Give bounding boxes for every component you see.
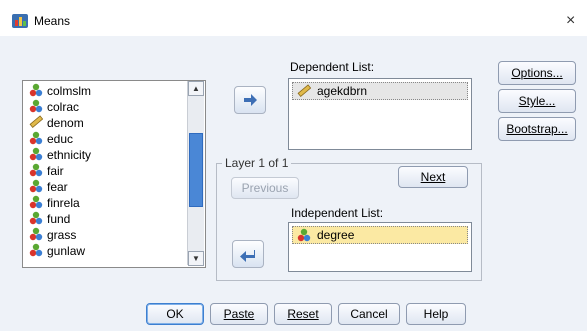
ok-button[interactable]: OK [146, 303, 204, 325]
nominal-variable-icon [29, 147, 43, 161]
spss-app-icon [12, 14, 28, 28]
scroll-down-button[interactable]: ▼ [188, 251, 204, 266]
nominal-variable-icon [29, 227, 43, 241]
nominal-variable-icon [29, 99, 43, 113]
source-list-scrollbar[interactable]: ▲ ▼ [187, 81, 204, 266]
list-item[interactable]: denom [29, 115, 84, 131]
independent-list[interactable]: degree [288, 222, 472, 272]
nominal-variable-icon [29, 131, 43, 145]
paste-button[interactable]: Paste [210, 303, 268, 325]
arrow-left-icon [240, 250, 255, 262]
nominal-variable-icon [29, 243, 43, 257]
move-to-dependent-button[interactable] [234, 86, 266, 114]
dependent-list[interactable]: agekdbrn [288, 78, 472, 150]
scroll-thumb[interactable] [189, 133, 203, 207]
nominal-variable-icon [29, 195, 43, 209]
list-item[interactable]: agekdbrn [292, 82, 468, 100]
move-to-independent-button[interactable] [232, 240, 264, 268]
source-variable-list[interactable]: colmslm colrac denom educ ethnicity fair… [22, 80, 206, 268]
list-item[interactable]: fund [29, 211, 70, 227]
list-item[interactable]: grass [29, 227, 76, 243]
list-item[interactable]: colrac [29, 99, 79, 115]
options-button[interactable]: Options... [498, 61, 576, 85]
reset-button[interactable]: Reset [274, 303, 332, 325]
nominal-variable-icon [297, 228, 311, 242]
layer-label: Layer 1 of 1 [222, 156, 292, 170]
dependent-list-label: Dependent List: [290, 60, 375, 74]
cancel-button[interactable]: Cancel [338, 303, 400, 325]
list-item[interactable]: degree [292, 226, 468, 244]
scale-variable-icon [297, 84, 311, 97]
list-item[interactable]: finrela [29, 195, 80, 211]
scroll-up-button[interactable]: ▲ [188, 81, 204, 96]
nominal-variable-icon [29, 163, 43, 177]
close-icon[interactable]: × [566, 12, 575, 30]
window-title: Means [34, 14, 71, 28]
bootstrap-button[interactable]: Bootstrap... [498, 117, 576, 141]
list-item[interactable]: ethnicity [29, 147, 91, 163]
nominal-variable-icon [29, 83, 43, 97]
previous-button[interactable]: Previous [231, 177, 299, 199]
list-item[interactable]: fair [29, 163, 64, 179]
independent-list-label: Independent List: [291, 206, 384, 220]
title-bar: Means × [0, 0, 587, 36]
next-button[interactable]: Next [398, 166, 468, 188]
help-button[interactable]: Help [406, 303, 466, 325]
nominal-variable-icon [29, 211, 43, 225]
nominal-variable-icon [29, 179, 43, 193]
list-item[interactable]: gunlaw [29, 243, 85, 259]
style-button[interactable]: Style... [498, 89, 576, 113]
arrow-right-icon [244, 94, 257, 106]
list-item[interactable]: colmslm [29, 83, 91, 99]
scale-variable-icon [29, 115, 43, 128]
list-item[interactable]: fear [29, 179, 68, 195]
list-item[interactable]: educ [29, 131, 73, 147]
